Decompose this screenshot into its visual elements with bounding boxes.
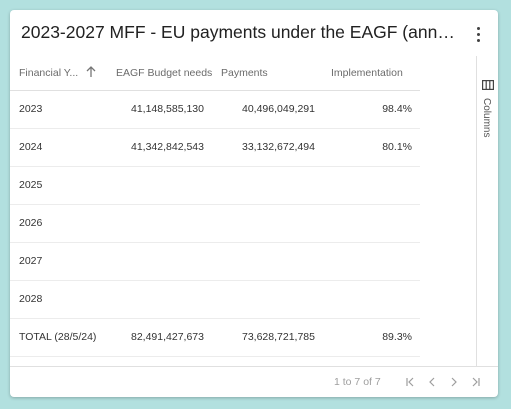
more-vert-icon[interactable] — [468, 23, 488, 45]
table-row[interactable]: 2027 — [10, 243, 420, 281]
cell-budget-needs: 41,148,585,130 — [131, 103, 204, 115]
column-header-payments[interactable]: Payments — [221, 56, 268, 90]
cell-budget-needs: 82,491,427,673 — [131, 331, 204, 343]
cell-financial-year: 2028 — [19, 293, 43, 305]
cell-payments: 40,496,049,291 — [242, 103, 315, 115]
cell-implementation — [330, 281, 412, 318]
table-row[interactable]: 2028 — [10, 281, 420, 319]
prev-page-icon[interactable] — [426, 376, 438, 388]
cell-budget-needs: 41,342,842,543 — [131, 141, 204, 153]
cell-financial-year: 2024 — [19, 141, 43, 153]
cell-payments: 73,628,721,785 — [242, 331, 315, 343]
columns-side-panel: Columns — [476, 56, 498, 366]
card-title: 2023-2027 MFF - EU payments under the EA… — [21, 22, 461, 42]
pagination-range: 1 to 7 of 7 — [334, 376, 381, 388]
cell-budget-needs — [110, 281, 204, 318]
cell-implementation — [330, 167, 412, 204]
cell-financial-year: 2023 — [19, 103, 43, 115]
table-row[interactable]: 2025 — [10, 167, 420, 205]
pagination-bar: 1 to 7 of 7 — [10, 366, 498, 397]
cell-implementation: 89.3% — [382, 331, 412, 343]
card-header: 2023-2027 MFF - EU payments under the EA… — [10, 10, 498, 56]
grid-card: 2023-2027 MFF - EU payments under the EA… — [10, 10, 498, 397]
cell-budget-needs — [110, 243, 204, 280]
cell-implementation — [330, 205, 412, 242]
arrow-up-icon[interactable] — [86, 66, 96, 78]
columns-tab[interactable]: Columns — [481, 98, 492, 137]
column-header-implementation[interactable]: Implementation — [331, 56, 403, 90]
table-row[interactable]: 2026 — [10, 205, 420, 243]
cell-implementation — [330, 243, 412, 280]
column-header-financial-year[interactable]: Financial Y... — [19, 56, 78, 90]
data-grid: Financial Y... EAGF Budget needs Payment… — [10, 56, 420, 366]
header-row: Financial Y... EAGF Budget needs Payment… — [10, 56, 420, 91]
table-row[interactable]: 2023 41,148,585,130 40,496,049,291 98.4% — [10, 91, 420, 129]
last-page-icon[interactable] — [470, 376, 482, 388]
cell-implementation: 80.1% — [382, 141, 412, 153]
cell-payments: 33,132,672,494 — [242, 141, 315, 153]
cell-payments — [215, 205, 315, 242]
cell-financial-year: 2026 — [19, 217, 43, 229]
cell-financial-year: TOTAL (28/5/24) — [19, 331, 97, 343]
cell-financial-year: 2025 — [19, 179, 43, 191]
table-row-total[interactable]: TOTAL (28/5/24) 82,491,427,673 73,628,72… — [10, 319, 420, 357]
cell-payments — [215, 281, 315, 318]
cell-financial-year: 2027 — [19, 255, 43, 267]
first-page-icon[interactable] — [404, 376, 416, 388]
cell-implementation: 98.4% — [382, 103, 412, 115]
column-header-eagf-budget-needs[interactable]: EAGF Budget needs — [116, 56, 212, 90]
table-row[interactable]: 2024 41,342,842,543 33,132,672,494 80.1% — [10, 129, 420, 167]
cell-budget-needs — [110, 167, 204, 204]
cell-payments — [215, 243, 315, 280]
cell-budget-needs — [110, 205, 204, 242]
cell-payments — [215, 167, 315, 204]
next-page-icon[interactable] — [448, 376, 460, 388]
view-column-icon[interactable] — [482, 80, 494, 90]
